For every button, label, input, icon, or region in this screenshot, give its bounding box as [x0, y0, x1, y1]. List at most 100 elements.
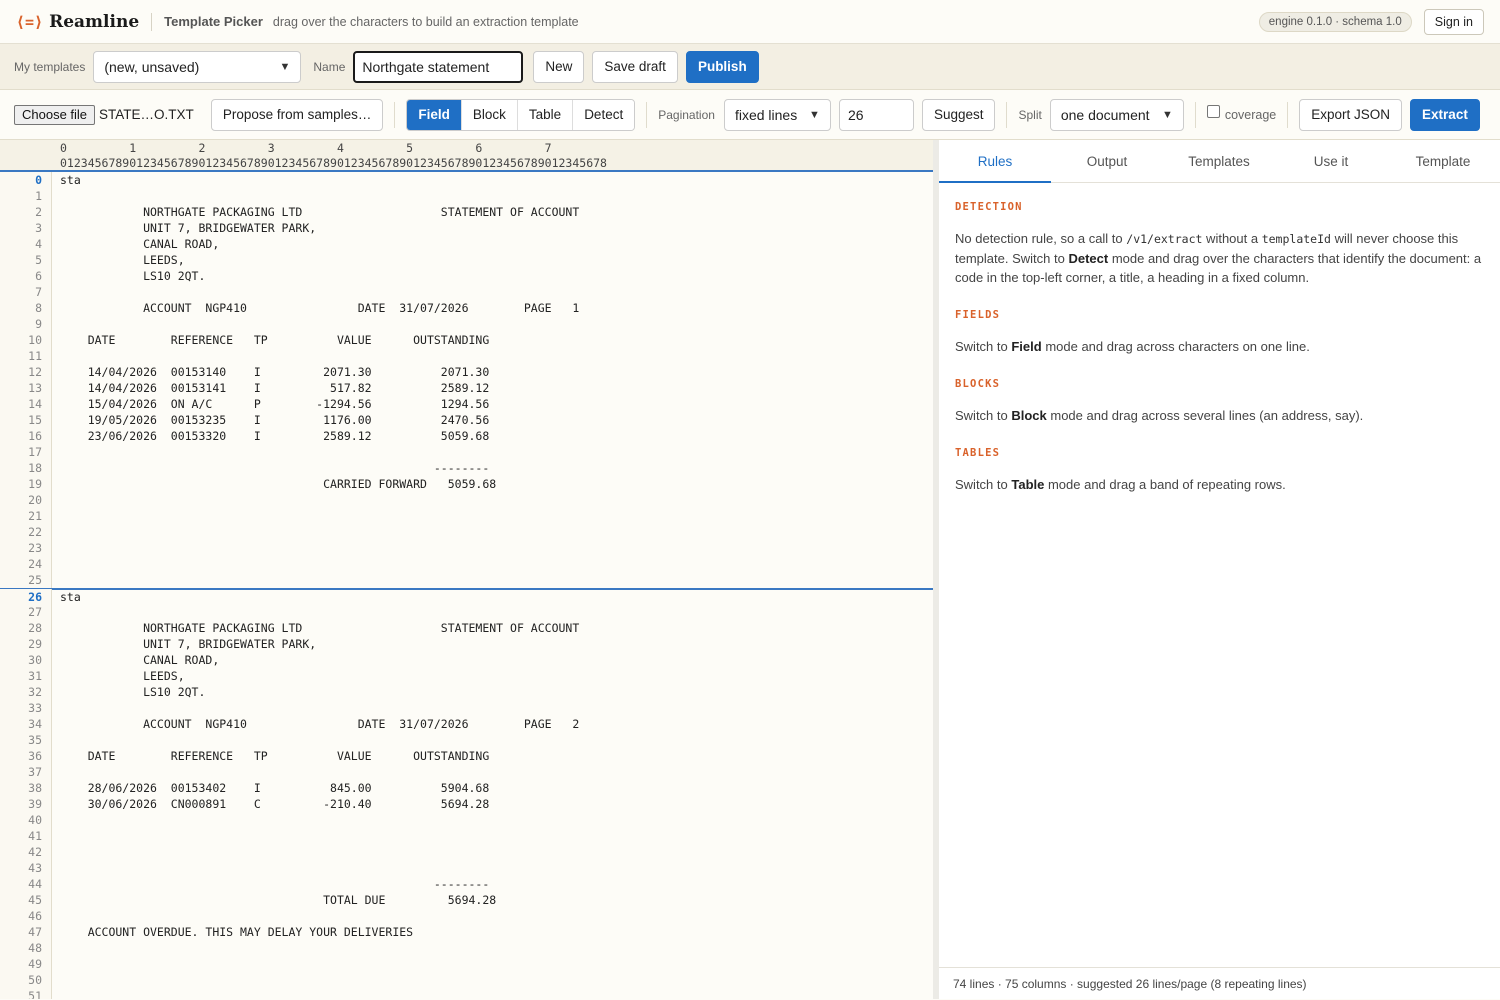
coverage-checkbox[interactable] [1206, 105, 1220, 118]
document-line[interactable]: 6 LS10 2QT. [0, 268, 933, 284]
document-line[interactable]: 51 [0, 988, 933, 999]
suggest-button[interactable]: Suggest [921, 98, 996, 131]
document-line[interactable]: 11 [0, 348, 933, 364]
document-line[interactable]: 39 30/06/2026 CN000891 C -210.40 5694.28 [0, 796, 933, 812]
export-json-button[interactable]: Export JSON [1299, 98, 1403, 131]
line-text[interactable]: 28/06/2026 00153402 I 845.00 5904.68 [52, 780, 490, 796]
document-line[interactable]: 18 -------- [0, 460, 933, 476]
document-line[interactable]: 1 [0, 188, 933, 204]
line-text[interactable]: CANAL ROAD, [52, 652, 219, 668]
sign-in-button[interactable]: Sign in [1423, 9, 1484, 35]
split-select[interactable]: one document ▼ [1049, 98, 1184, 131]
line-text[interactable]: 30/06/2026 CN000891 C -210.40 5694.28 [52, 796, 490, 812]
document-line[interactable]: 7 [0, 284, 933, 300]
tab-use-it[interactable]: Use it [1275, 140, 1387, 182]
document-line[interactable]: 49 [0, 956, 933, 972]
document-line[interactable]: 25 [0, 572, 933, 588]
line-text[interactable]: 15/04/2026 ON A/C P -1294.56 1294.56 [52, 396, 490, 412]
document-line[interactable]: 36 DATE REFERENCE TP VALUE OUTSTANDING [0, 748, 933, 764]
document-line[interactable]: 35 [0, 732, 933, 748]
document-line[interactable]: 22 [0, 524, 933, 540]
document-lines[interactable]: 0 sta 1 2 NORTHGATE PACKAGING LTD STATEMENT… [0, 172, 933, 999]
new-button[interactable]: New [533, 50, 585, 83]
document-line[interactable]: 48 [0, 940, 933, 956]
line-text[interactable]: 19/05/2026 00153235 I 1176.00 2470.56 [52, 412, 490, 428]
line-text[interactable]: 14/04/2026 00153140 I 2071.30 2071.30 [52, 364, 490, 380]
save-draft-button[interactable]: Save draft [592, 50, 678, 83]
tab-templates[interactable]: Templates [1163, 140, 1275, 182]
publish-button[interactable]: Publish [685, 50, 759, 83]
document-line[interactable]: 24 [0, 556, 933, 572]
document-line[interactable]: 8 ACCOUNT NGP410 DATE 31/07/2026 PAGE 1 [0, 300, 933, 316]
line-text[interactable]: NORTHGATE PACKAGING LTD STATEMENT OF ACC… [52, 204, 579, 220]
logo[interactable]: ⟨=⟩ Reamline [16, 12, 139, 32]
line-text[interactable]: ACCOUNT NGP410 DATE 31/07/2026 PAGE 2 [52, 716, 579, 732]
document-line[interactable]: 45 TOTAL DUE 5694.28 [0, 892, 933, 908]
line-text[interactable]: NORTHGATE PACKAGING LTD STATEMENT OF ACC… [52, 620, 579, 636]
document-line[interactable]: 0 sta [0, 172, 933, 188]
document-line[interactable]: 2 NORTHGATE PACKAGING LTD STATEMENT OF A… [0, 204, 933, 220]
propose-button[interactable]: Propose from samples… [210, 98, 384, 131]
document-line[interactable]: 23 [0, 540, 933, 556]
lines-per-page-input[interactable]: 26 [838, 98, 914, 131]
line-text[interactable]: LEEDS, [52, 668, 185, 684]
document-line[interactable]: 4 CANAL ROAD, [0, 236, 933, 252]
document-line[interactable]: 13 14/04/2026 00153141 I 517.82 2589.12 [0, 380, 933, 396]
document-line[interactable]: 40 [0, 812, 933, 828]
line-text[interactable]: CANAL ROAD, [52, 236, 219, 252]
document-line[interactable]: 27 [0, 604, 933, 620]
document-line[interactable]: 16 23/06/2026 00153320 I 2589.12 5059.68 [0, 428, 933, 444]
tab-rules[interactable]: Rules [939, 140, 1051, 183]
mode-block[interactable]: Block [461, 99, 518, 130]
document-line[interactable]: 38 28/06/2026 00153402 I 845.00 5904.68 [0, 780, 933, 796]
document-line[interactable]: 19 CARRIED FORWARD 5059.68 [0, 476, 933, 492]
document-viewer[interactable]: 0 1 2 3 4 5 6 7 012345678901234567890123… [0, 140, 933, 999]
document-line[interactable]: 26 sta [0, 588, 933, 605]
line-text[interactable]: ACCOUNT OVERDUE. THIS MAY DELAY YOUR DEL… [52, 924, 413, 940]
document-line[interactable]: 14 15/04/2026 ON A/C P -1294.56 1294.56 [0, 396, 933, 412]
document-line[interactable]: 17 [0, 444, 933, 460]
document-line[interactable]: 47 ACCOUNT OVERDUE. THIS MAY DELAY YOUR … [0, 924, 933, 940]
document-line[interactable]: 20 [0, 492, 933, 508]
tab-template[interactable]: Template [1387, 140, 1499, 182]
document-line[interactable]: 37 [0, 764, 933, 780]
document-line[interactable]: 12 14/04/2026 00153140 I 2071.30 2071.30 [0, 364, 933, 380]
choose-file-button[interactable]: Choose file [14, 104, 96, 125]
line-text[interactable]: DATE REFERENCE TP VALUE OUTSTANDING [52, 332, 490, 348]
document-line[interactable]: 10 DATE REFERENCE TP VALUE OUTSTANDING [0, 332, 933, 348]
document-line[interactable]: 29 UNIT 7, BRIDGEWATER PARK, [0, 636, 933, 652]
line-text[interactable]: -------- [52, 876, 489, 892]
line-text[interactable]: TOTAL DUE 5694.28 [52, 892, 496, 908]
document-line[interactable]: 46 [0, 908, 933, 924]
document-line[interactable]: 33 [0, 700, 933, 716]
document-line[interactable]: 31 LEEDS, [0, 668, 933, 684]
document-line[interactable]: 9 [0, 316, 933, 332]
line-text[interactable]: LS10 2QT. [52, 268, 205, 284]
document-line[interactable]: 50 [0, 972, 933, 988]
document-line[interactable]: 41 [0, 828, 933, 844]
line-text[interactable]: UNIT 7, BRIDGEWATER PARK, [52, 636, 316, 652]
line-text[interactable]: CARRIED FORWARD 5059.68 [52, 476, 496, 492]
document-line[interactable]: 44 -------- [0, 876, 933, 892]
pagination-select[interactable]: fixed lines ▼ [723, 98, 831, 131]
document-line[interactable]: 30 CANAL ROAD, [0, 652, 933, 668]
mode-detect[interactable]: Detect [573, 99, 635, 130]
line-text[interactable]: 14/04/2026 00153141 I 517.82 2589.12 [52, 380, 490, 396]
document-line[interactable]: 28 NORTHGATE PACKAGING LTD STATEMENT OF … [0, 620, 933, 636]
line-text[interactable]: -------- [52, 460, 489, 476]
line-text[interactable]: LS10 2QT. [52, 684, 205, 700]
coverage-toggle[interactable]: coverage [1206, 105, 1276, 122]
mode-field[interactable]: Field [407, 99, 462, 130]
line-text[interactable]: DATE REFERENCE TP VALUE OUTSTANDING [52, 748, 490, 764]
extract-button[interactable]: Extract [1410, 98, 1480, 131]
line-text[interactable]: LEEDS, [52, 252, 185, 268]
line-text[interactable]: ACCOUNT NGP410 DATE 31/07/2026 PAGE 1 [52, 300, 579, 316]
line-text[interactable]: UNIT 7, BRIDGEWATER PARK, [52, 220, 316, 236]
document-line[interactable]: 3 UNIT 7, BRIDGEWATER PARK, [0, 220, 933, 236]
document-line[interactable]: 32 LS10 2QT. [0, 684, 933, 700]
document-line[interactable]: 42 [0, 844, 933, 860]
line-text[interactable]: sta [52, 589, 81, 605]
document-line[interactable]: 5 LEEDS, [0, 252, 933, 268]
tab-output[interactable]: Output [1051, 140, 1163, 182]
document-line[interactable]: 34 ACCOUNT NGP410 DATE 31/07/2026 PAGE 2 [0, 716, 933, 732]
